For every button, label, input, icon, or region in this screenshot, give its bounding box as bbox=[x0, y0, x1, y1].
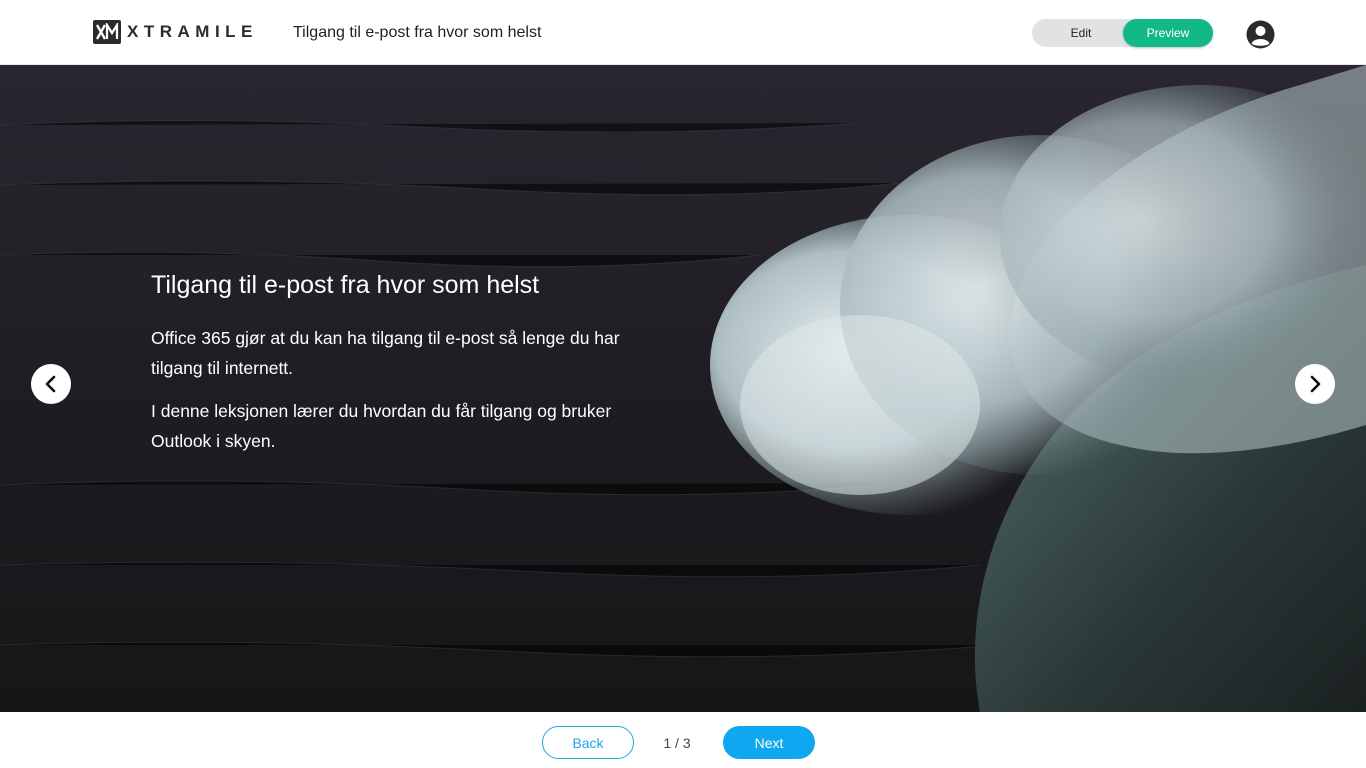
slide-content: Tilgang til e-post fra hvor som helst Of… bbox=[151, 269, 631, 469]
preview-mode-button[interactable]: Preview bbox=[1123, 19, 1213, 47]
next-button[interactable]: Next bbox=[723, 726, 815, 759]
page-title: Tilgang til e-post fra hvor som helst bbox=[293, 24, 542, 41]
next-slide-button[interactable] bbox=[1295, 364, 1335, 404]
chevron-left-icon bbox=[45, 375, 56, 393]
slide-hero: Tilgang til e-post fra hvor som helst Of… bbox=[0, 65, 1366, 712]
slide-paragraph: I denne leksjonen lærer du hvordan du få… bbox=[151, 401, 612, 451]
footer-navigation: Back 1 / 3 Next bbox=[0, 712, 1366, 768]
logo-text: XTRAMILE bbox=[127, 22, 258, 41]
back-button[interactable]: Back bbox=[542, 726, 634, 759]
previous-slide-button[interactable] bbox=[31, 364, 71, 404]
logo[interactable]: XTRAMILE bbox=[93, 20, 258, 44]
top-bar: XTRAMILE Tilgang til e-post fra hvor som… bbox=[0, 0, 1366, 65]
chevron-right-icon bbox=[1310, 375, 1321, 393]
slide-paragraph: Office 365 gjør at du kan ha tilgang til… bbox=[151, 328, 620, 378]
mode-toggle: Edit Preview bbox=[1032, 19, 1213, 47]
page-indicator: 1 / 3 bbox=[663, 735, 691, 751]
account-circle-icon[interactable] bbox=[1246, 20, 1275, 49]
edit-mode-button[interactable]: Edit bbox=[1032, 19, 1130, 47]
slide-title: Tilgang til e-post fra hvor som helst bbox=[151, 271, 540, 299]
logo-mark-icon bbox=[93, 20, 121, 44]
